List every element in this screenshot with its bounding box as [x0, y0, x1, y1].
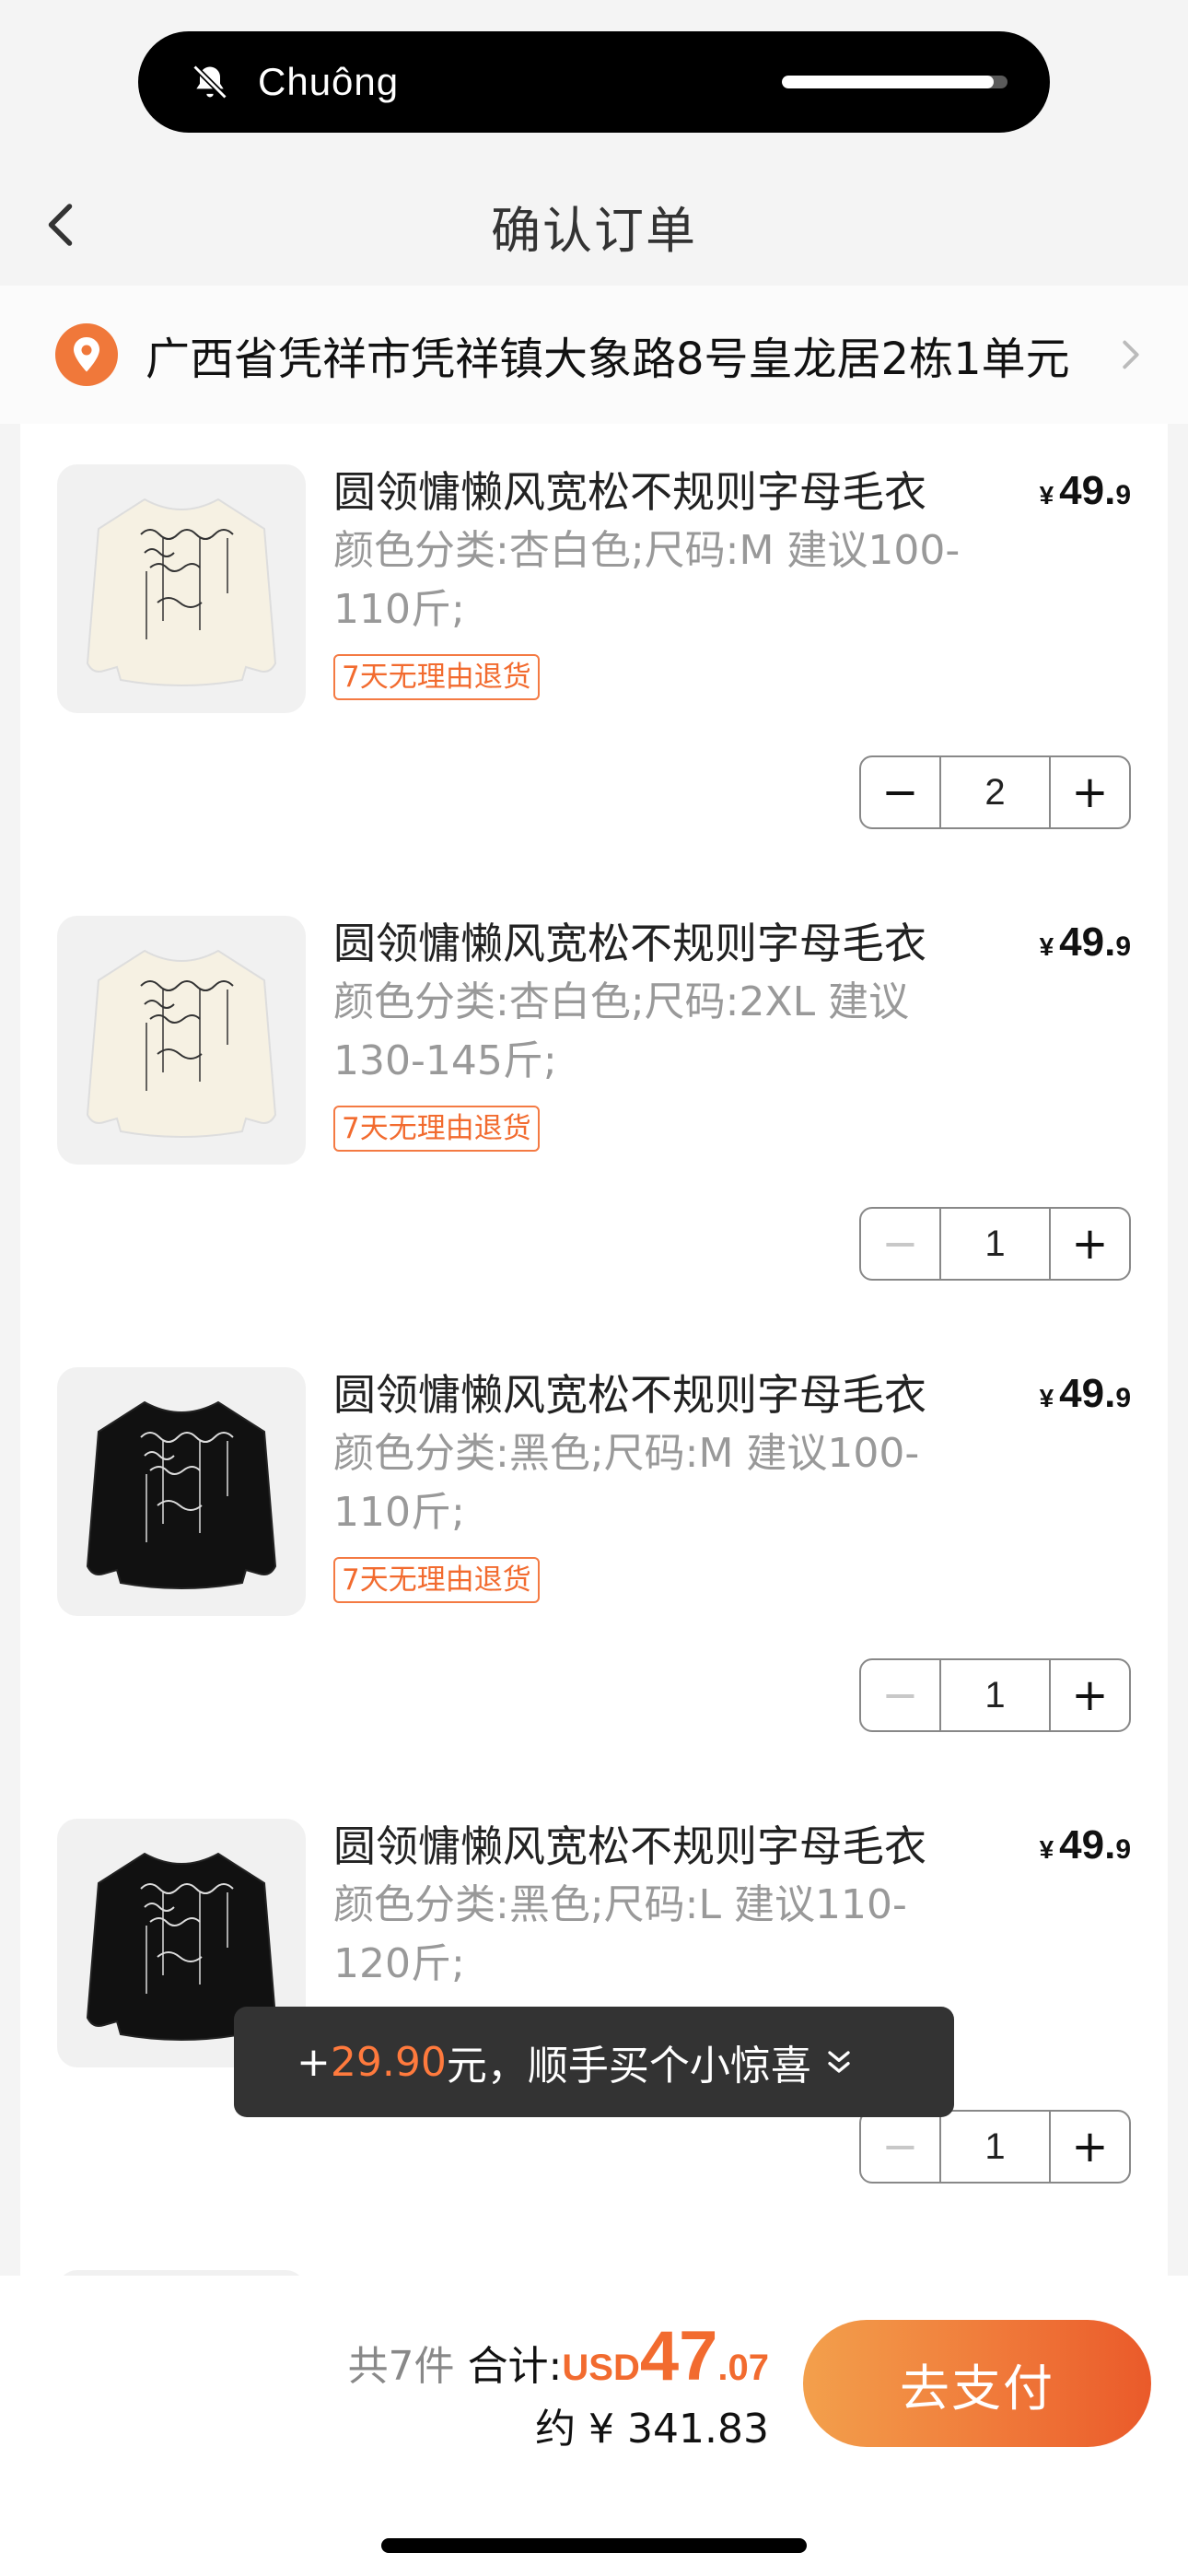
quantity-value[interactable]: 1 [939, 2112, 1051, 2182]
product-spec: 颜色分类:杏白色;尺码:2XL 建议130-145斤; [333, 978, 910, 1084]
price-currency: ¥ [1039, 1835, 1054, 1864]
price-integer: 49. [1059, 1371, 1116, 1416]
total-amount-integer: 47 [639, 2317, 718, 2395]
price-currency: ¥ [1039, 481, 1054, 509]
total-label: 合计: [467, 2343, 563, 2390]
product-title: 圆领慵懒风宽松不规则字母毛衣 [333, 2265, 926, 2276]
increase-quantity-button[interactable]: + [1051, 2112, 1129, 2182]
price-currency: ¥ [1039, 932, 1054, 961]
product-title: 圆领慵懒风宽松不规则字母毛衣 [333, 1370, 926, 1420]
decrease-quantity-button[interactable]: − [861, 2112, 939, 2182]
price-integer: 49. [1059, 468, 1116, 513]
return-policy-badge: 7天无理由退货 [333, 654, 540, 700]
total-currency: USD [562, 2348, 640, 2388]
decrease-quantity-button[interactable]: − [861, 757, 939, 827]
quantity-stepper: − 1 + [859, 2110, 1131, 2184]
decrease-quantity-button[interactable]: − [861, 1209, 939, 1279]
product-thumbnail[interactable] [57, 464, 306, 713]
increase-quantity-button[interactable]: + [1051, 757, 1129, 827]
order-total-line: 共7件 合计: USD 47 .07 [348, 2316, 769, 2396]
shipping-address: 广西省凭祥市凭祥镇大象路8号皇龙居2栋1单元 [146, 334, 1070, 385]
price-currency: ¥ [1039, 1384, 1054, 1412]
order-item: 圆领慵懒风宽松不规则字母毛衣 颜色分类:杏白色;尺码:M 建议100-110斤;… [20, 424, 1168, 875]
return-policy-badge: 7天无理由退货 [333, 1106, 540, 1152]
return-policy-badge: 7天无理由退货 [333, 1557, 540, 1603]
quantity-value[interactable]: 1 [939, 1209, 1051, 1279]
checkout-bar: 共7件 合计: USD 47 .07 约 ¥ 341.83 去支付 [0, 2276, 1188, 2576]
quantity-value[interactable]: 1 [939, 1660, 1051, 1730]
product-title: 圆领慵懒风宽松不规则字母毛衣 [333, 1821, 926, 1871]
price-decimal: 9 [1115, 1383, 1131, 1413]
price-decimal: 9 [1115, 480, 1131, 510]
product-thumbnail[interactable] [57, 916, 306, 1165]
add-on-suggestion-toast[interactable]: +29.90 元，顺手买个小惊喜 [234, 2007, 954, 2117]
double-chevron-down-icon [821, 2043, 857, 2080]
product-spec: 颜色分类:黑色;尺码:L 建议110-120斤; [333, 1881, 907, 1987]
pay-button[interactable]: 去支付 [803, 2320, 1151, 2447]
item-count: 共7件 [347, 2343, 455, 2390]
toast-text: 元，顺手买个小惊喜 [446, 2043, 811, 2090]
decrease-quantity-button[interactable]: − [861, 1660, 939, 1730]
approx-cny-total: 约 ¥ 341.83 [535, 2406, 769, 2453]
product-price: ¥49.9 [1040, 468, 1131, 514]
order-item: 圆领慵懒风宽松不规则字母毛衣 颜色分类:黑色;尺码:M 建议100-110斤; … [20, 1327, 1168, 1778]
order-item-partial: 圆领慵懒风宽松不规则字母毛衣 [20, 2230, 1168, 2276]
product-title: 圆领慵懒风宽松不规则字母毛衣 [333, 919, 926, 968]
order-item: 圆领慵懒风宽松不规则字母毛衣 颜色分类:黑色;尺码:L 建议110-120斤; … [20, 1778, 1168, 2230]
volume-level-fill [782, 76, 995, 88]
location-pin-icon [55, 323, 118, 386]
page-title: 确认订单 [491, 201, 697, 260]
price-decimal: 9 [1115, 931, 1131, 962]
price-integer: 49. [1059, 1822, 1116, 1868]
product-price: ¥49.9 [1040, 919, 1131, 966]
total-amount-decimal: .07 [717, 2348, 769, 2388]
product-spec: 颜色分类:杏白色;尺码:M 建议100-110斤; [333, 527, 961, 633]
toast-amount: 29.90 [330, 2038, 447, 2086]
address-bar[interactable]: 广西省凭祥市凭祥镇大象路8号皇龙居2栋1单元 [0, 286, 1188, 424]
quantity-stepper: − 2 + [859, 755, 1131, 829]
product-price: ¥49.9 [1040, 1822, 1131, 1868]
price-integer: 49. [1059, 919, 1116, 965]
volume-level-bar [782, 76, 1007, 88]
bell-muted-icon [186, 58, 234, 106]
price-decimal: 9 [1115, 1834, 1131, 1865]
status-label: Chuông [258, 60, 400, 103]
nav-bar: 确认订单 [0, 166, 1188, 286]
product-thumbnail[interactable] [57, 1367, 306, 1616]
order-items-card: 圆领慵懒风宽松不规则字母毛衣 颜色分类:杏白色;尺码:M 建议100-110斤;… [20, 424, 1168, 2276]
chevron-right-icon [1109, 334, 1151, 376]
back-arrow-icon[interactable] [35, 197, 90, 252]
increase-quantity-button[interactable]: + [1051, 1209, 1129, 1279]
order-item: 圆领慵懒风宽松不规则字母毛衣 颜色分类:杏白色;尺码:2XL 建议130-145… [20, 875, 1168, 1327]
product-price: ¥49.9 [1040, 1371, 1131, 1417]
quantity-stepper: − 1 + [859, 1658, 1131, 1732]
product-spec: 颜色分类:黑色;尺码:M 建议100-110斤; [333, 1430, 920, 1536]
quantity-value[interactable]: 2 [939, 757, 1051, 827]
quantity-stepper: − 1 + [859, 1207, 1131, 1281]
home-indicator[interactable] [381, 2538, 807, 2553]
toast-prefix: + [297, 2038, 331, 2086]
product-title: 圆领慵懒风宽松不规则字母毛衣 [333, 467, 926, 517]
increase-quantity-button[interactable]: + [1051, 1660, 1129, 1730]
dynamic-island: Chuông [138, 31, 1050, 133]
